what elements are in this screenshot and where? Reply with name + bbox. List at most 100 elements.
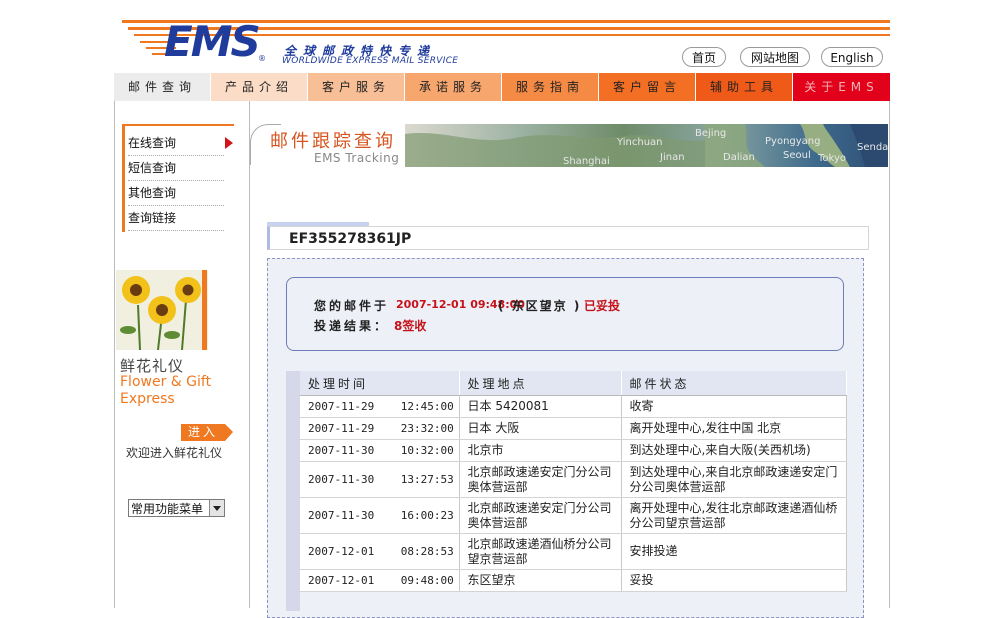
cell-date: 2007-11-29 <box>308 422 375 435</box>
english-link[interactable]: English <box>821 47 883 67</box>
status-location: ( 东区望京 ) <box>498 299 582 313</box>
cell-status: 妥投 <box>621 569 847 592</box>
sidebar-item-query-links[interactable]: 查询链接 <box>128 206 224 231</box>
cell-gap <box>374 473 401 486</box>
page-subtitle: EMS Tracking <box>314 151 400 165</box>
cell-clock: 16:00:23 <box>400 509 454 522</box>
map-label: Dalian <box>723 152 755 163</box>
table-row: 2007-11-30 13:27:53 北京邮政速递安定门分公司奥体营运部 到达处理… <box>300 461 847 498</box>
column-header-time: 处理时间 <box>300 371 460 396</box>
cell-status: 收寄 <box>621 395 847 418</box>
nav-item-customer-service[interactable]: 客户服务 <box>308 73 405 101</box>
slogan-english: WORLDWIDE EXPRESS MAIL SERVICE <box>282 56 459 66</box>
cell-gap <box>374 509 401 522</box>
nav-item-tools[interactable]: 辅助工具 <box>696 73 793 101</box>
cell-clock: 09:48:00 <box>400 574 454 587</box>
cell-gap <box>374 574 401 587</box>
function-menu-select[interactable]: 常用功能菜单 <box>128 499 225 517</box>
sidebar-item-other-query[interactable]: 其他查询 <box>128 181 224 206</box>
cell-time: 2007-11-29 12:45:00 <box>300 395 460 418</box>
chevron-down-icon <box>209 500 224 516</box>
cell-date: 2007-11-30 <box>308 473 375 486</box>
nav-label: 承诺服务 <box>418 80 487 94</box>
cell-location: 北京邮政速递安定门分公司奥体营运部 <box>459 497 622 534</box>
delivery-label: 投递结果： <box>314 319 390 333</box>
column-header-location: 处理地点 <box>459 371 622 396</box>
tracking-table: 处理时间 处理地点 邮件状态 2007-11-29 12:45:00 日本 542… <box>300 371 847 592</box>
sitemap-link[interactable]: 网站地图 <box>740 47 810 67</box>
table-row: 2007-11-29 23:32:00 日本 大阪 离开处理中心,发往中国 北京 <box>300 417 847 440</box>
main-nav: 邮件查询 产品介绍 客户服务 承诺服务 服务指南 客户留言 辅助工具 关于EMS <box>114 73 891 101</box>
sidebar-item-sms-query[interactable]: 短信查询 <box>128 156 224 181</box>
nav-item-mail-query[interactable]: 邮件查询 <box>114 73 211 101</box>
table-row: 2007-11-30 10:32:00 北京市 到达处理中心,来自大阪(关西机场) <box>300 439 847 462</box>
cell-date: 2007-11-29 <box>308 400 375 413</box>
nav-label: 辅助工具 <box>709 80 778 94</box>
nav-label: 客户留言 <box>612 80 681 94</box>
cell-clock: 13:27:53 <box>400 473 454 486</box>
cell-date: 2007-12-01 <box>308 545 375 558</box>
logo-registered-mark: ® <box>258 54 266 63</box>
nav-item-customer-message[interactable]: 客户留言 <box>599 73 696 101</box>
cell-status: 到达处理中心,来自大阪(关西机场) <box>621 439 847 462</box>
nav-item-about-ems[interactable]: 关于EMS <box>793 73 891 101</box>
map-label: Pyongyang <box>765 136 821 147</box>
cell-gap <box>374 400 401 413</box>
nav-label: 客户服务 <box>321 80 390 94</box>
status-summary <box>286 277 844 351</box>
cell-time: 2007-12-01 08:28:53 <box>300 533 460 570</box>
table-row: 2007-11-30 16:00:23 北京邮政速递安定门分公司奥体营运部 离开处理… <box>300 497 847 534</box>
cell-time: 2007-12-01 09:48:00 <box>300 569 460 592</box>
nav-item-commitment[interactable]: 承诺服务 <box>405 73 502 101</box>
map-label: Sendai <box>857 142 888 153</box>
cell-location: 北京邮政速递安定门分公司奥体营运部 <box>459 461 622 498</box>
home-link[interactable]: 首页 <box>682 47 726 67</box>
map-label: Seoul <box>783 150 811 161</box>
sidebar-accent-bar <box>122 124 125 232</box>
delivery-result: 8签收 <box>394 319 427 333</box>
sidebar-item-online-query[interactable]: 在线查询 <box>128 131 224 156</box>
promo-title-cn: 鲜花礼仪 <box>120 357 185 375</box>
tracking-number: EF355278361JP <box>289 231 412 247</box>
cell-status: 离开处理中心,发往北京邮政速递酒仙桥分公司望京营运部 <box>621 497 847 534</box>
welcome-text: 欢迎进入鲜花礼仪 <box>126 446 223 460</box>
nav-label: 邮件查询 <box>127 80 196 94</box>
promo-line-1: Flower & Gift <box>120 374 212 390</box>
cell-status: 安排投递 <box>621 533 847 570</box>
flower-image[interactable] <box>116 270 208 350</box>
map-label: Yinchuan <box>617 137 663 148</box>
table-row: 2007-11-29 12:45:00 日本 5420081 收寄 <box>300 395 847 418</box>
right-border <box>889 101 890 608</box>
cell-time: 2007-11-30 16:00:23 <box>300 497 460 534</box>
enter-button[interactable]: 进入 <box>181 424 225 441</box>
cell-date: 2007-12-01 <box>308 574 375 587</box>
cell-gap <box>374 422 401 435</box>
cell-time: 2007-11-30 13:27:53 <box>300 461 460 498</box>
table-header-row: 处理时间 处理地点 邮件状态 <box>300 371 847 396</box>
nav-label: 产品介绍 <box>224 80 293 94</box>
nav-item-service-guide[interactable]: 服务指南 <box>502 73 599 101</box>
status-prefix: 您的邮件于 <box>314 299 390 313</box>
cell-location: 北京市 <box>459 439 622 462</box>
cell-date: 2007-11-30 <box>308 444 375 457</box>
cell-time: 2007-11-29 23:32:00 <box>300 417 460 440</box>
logo-text: EMS <box>164 17 261 66</box>
cell-status: 到达处理中心,来自北京邮政速递安定门分公司奥体营运部 <box>621 461 847 498</box>
table-body: 2007-11-29 12:45:00 日本 5420081 收寄 2007-11-2… <box>300 395 847 592</box>
cell-time: 2007-11-30 10:32:00 <box>300 439 460 462</box>
table-side-accent <box>286 371 300 611</box>
cell-location: 日本 5420081 <box>459 395 622 418</box>
ems-logo[interactable]: EMS <box>120 18 270 68</box>
map-label: Bejing <box>695 128 727 139</box>
function-menu-value: 常用功能菜单 <box>131 502 204 516</box>
cell-gap <box>374 444 401 457</box>
cell-location: 北京邮政速递酒仙桥分公司望京营运部 <box>459 533 622 570</box>
map-label: Tokyo <box>818 153 846 164</box>
nav-item-products[interactable]: 产品介绍 <box>211 73 308 101</box>
promo-title-en: Flower & Gift Express <box>120 374 211 408</box>
map-label: Shanghai <box>563 156 610 167</box>
active-arrow-icon <box>225 137 233 149</box>
cell-clock: 10:32:00 <box>400 444 454 457</box>
cell-gap <box>374 545 401 558</box>
table-row: 2007-12-01 08:28:53 北京邮政速递酒仙桥分公司望京营运部 安排投递 <box>300 533 847 570</box>
